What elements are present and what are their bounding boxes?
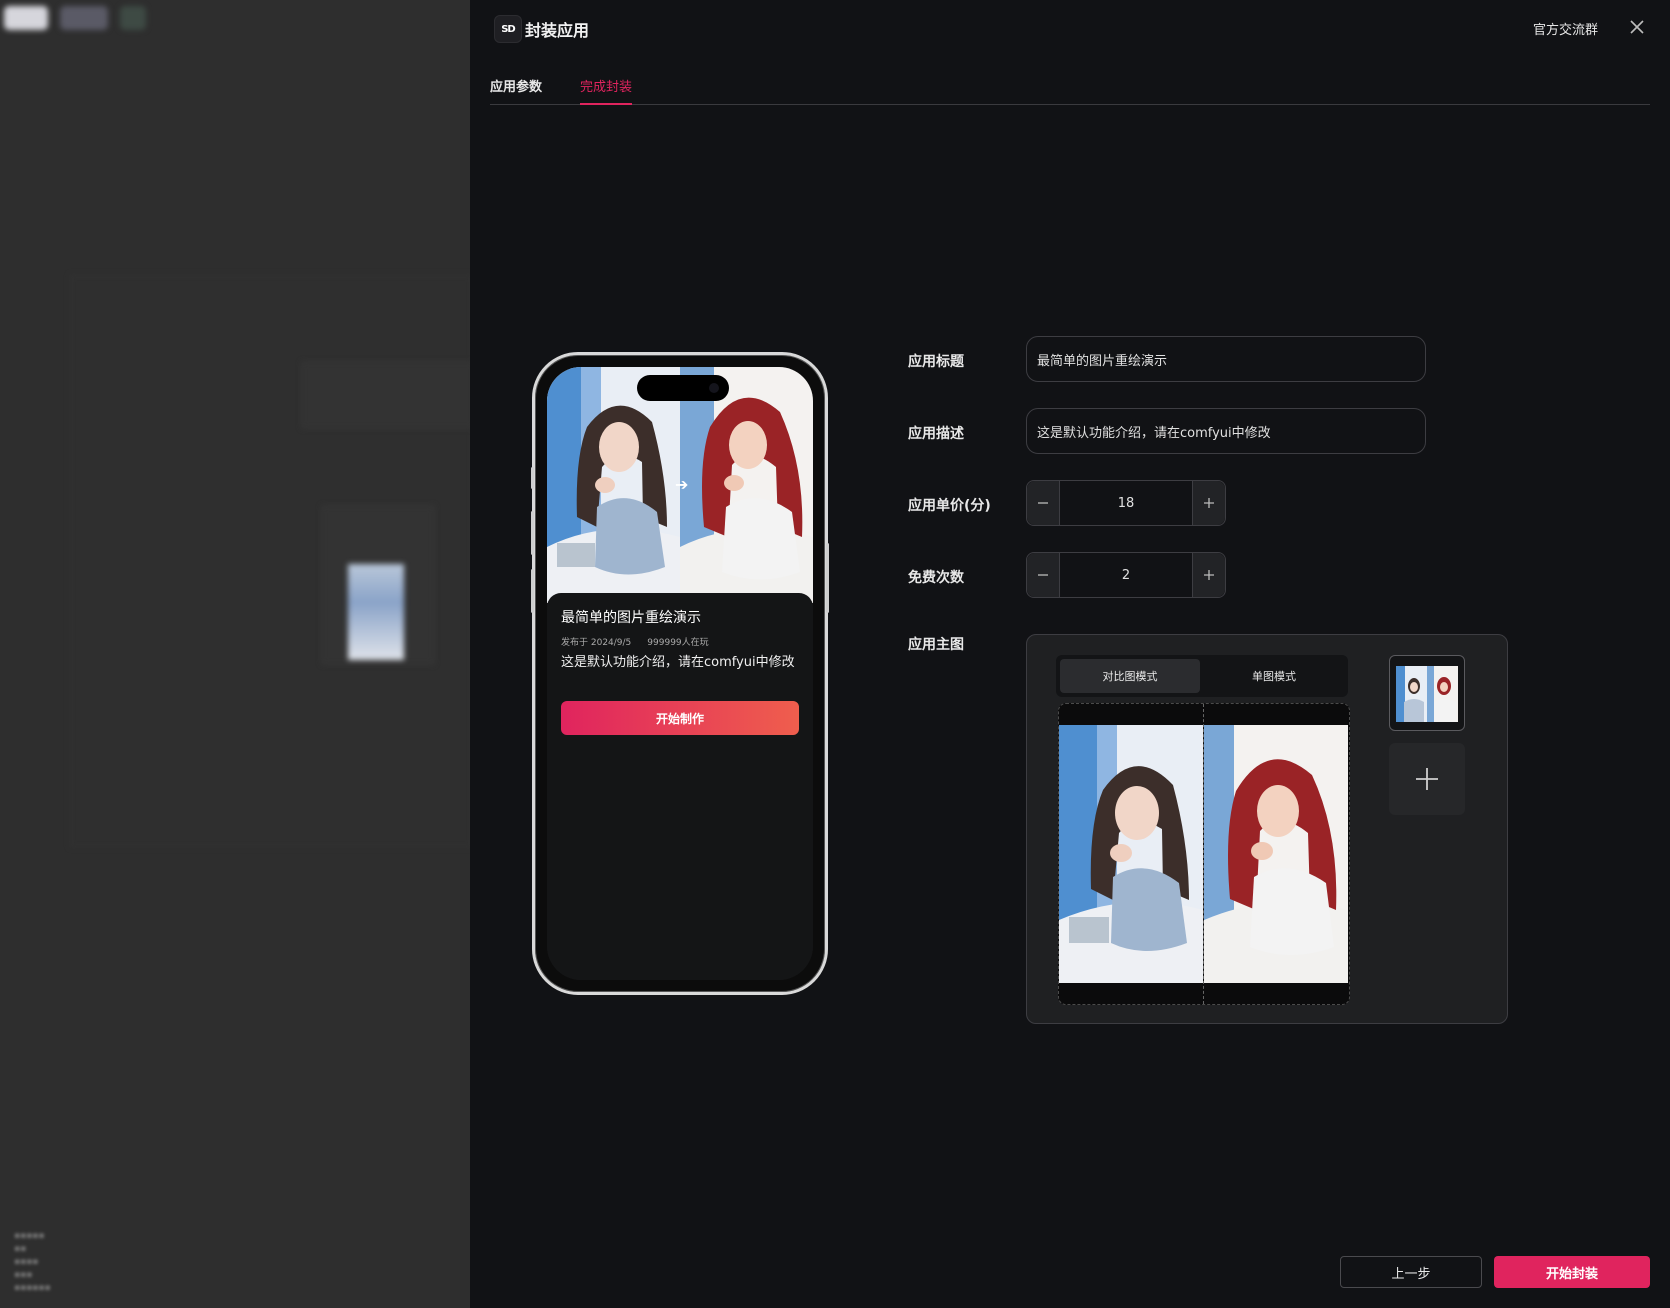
package-app-drawer: SD 封装应用 官方交流群 应用参数 完成封装 ➔ 最简单的图片重绘演示 发布于… xyxy=(470,0,1670,1308)
bg-toolbar-chip xyxy=(60,6,108,30)
bg-stats: ▪▪▪▪▪ ▪▪ ▪▪▪▪ ▪▪▪ ▪▪▪▪▪▪ xyxy=(14,1231,51,1293)
preview-players: 999999人在玩 xyxy=(647,638,709,648)
app-price-label: 应用单价(分) xyxy=(908,498,991,514)
background-canvas: ▪▪▪▪▪ ▪▪ ▪▪▪▪ ▪▪▪ ▪▪▪▪▪▪ xyxy=(0,0,470,1308)
bg-toolbar-chip xyxy=(4,6,48,30)
plus-icon xyxy=(1416,768,1438,790)
drawer-header: SD 封装应用 官方交流群 xyxy=(470,0,1670,56)
price-value[interactable]: 18 xyxy=(1060,481,1192,525)
app-desc-input[interactable] xyxy=(1026,408,1426,454)
free-count-stepper: 2 xyxy=(1026,552,1226,598)
drawer-title: 封装应用 xyxy=(525,21,590,40)
phone-side-button xyxy=(826,543,829,613)
app-title-label: 应用标题 xyxy=(908,354,964,370)
tab-finish-package[interactable]: 完成封装 xyxy=(580,76,633,105)
start-making-button[interactable]: 开始制作 xyxy=(561,701,799,735)
community-link[interactable]: 官方交流群 xyxy=(1533,19,1598,38)
compare-image-preview[interactable] xyxy=(1058,703,1350,1005)
compare-before-image xyxy=(1059,725,1203,983)
app-desc-label: 应用描述 xyxy=(908,426,964,442)
compare-after-image xyxy=(1204,725,1348,983)
logo-text: SD xyxy=(501,23,515,35)
arrow-right-icon: ➔ xyxy=(675,475,689,494)
image-mode-switch: 对比图模式 单图模式 xyxy=(1056,655,1348,697)
previous-step-button[interactable]: 上一步 xyxy=(1340,1256,1482,1288)
preview-meta: 发布于 2024/9/5 999999人在玩 xyxy=(561,635,709,648)
thumbnail-image xyxy=(1396,666,1458,722)
app-logo: SD xyxy=(494,15,522,43)
price-increment-button[interactable] xyxy=(1192,481,1225,525)
phone-preview: ➔ 最简单的图片重绘演示 发布于 2024/9/5 999999人在玩 这是默认功… xyxy=(531,352,829,995)
camera-dot xyxy=(709,383,719,393)
phone-side-button xyxy=(531,511,534,555)
before-image xyxy=(547,367,680,603)
preview-published: 发布于 2024/9/5 xyxy=(561,638,632,648)
compare-divider[interactable] xyxy=(1203,704,1204,1004)
dynamic-island xyxy=(637,375,729,401)
free-decrement-button[interactable] xyxy=(1027,553,1060,597)
price-stepper: 18 xyxy=(1026,480,1226,526)
tab-app-params[interactable]: 应用参数 xyxy=(490,76,542,103)
preview-description: 这是默认功能介绍，请在comfyui中修改 xyxy=(561,655,795,670)
main-image-panel: 对比图模式 单图模式 xyxy=(1026,634,1508,1024)
free-count-label: 免费次数 xyxy=(908,570,964,586)
start-package-button[interactable]: 开始封装 xyxy=(1494,1256,1650,1288)
close-icon[interactable] xyxy=(1626,16,1648,38)
main-image-label: 应用主图 xyxy=(908,637,964,653)
bg-node xyxy=(302,362,470,428)
phone-side-button xyxy=(531,467,534,489)
image-thumbnail[interactable] xyxy=(1389,655,1465,731)
drawer-tabs: 应用参数 完成封装 xyxy=(490,72,1650,105)
preview-title: 最简单的图片重绘演示 xyxy=(561,610,701,626)
app-title-input[interactable] xyxy=(1026,336,1426,382)
price-decrement-button[interactable] xyxy=(1027,481,1060,525)
mode-single[interactable]: 单图模式 xyxy=(1204,659,1344,693)
phone-screen: ➔ 最简单的图片重绘演示 发布于 2024/9/5 999999人在玩 这是默认功… xyxy=(547,367,813,980)
bg-toolbar-chip xyxy=(120,6,146,30)
free-count-value[interactable]: 2 xyxy=(1060,553,1192,597)
bg-node-image xyxy=(348,564,404,660)
preview-info-card: 最简单的图片重绘演示 发布于 2024/9/5 999999人在玩 这是默认功能介… xyxy=(547,593,813,980)
mode-compare[interactable]: 对比图模式 xyxy=(1060,659,1200,693)
free-increment-button[interactable] xyxy=(1192,553,1225,597)
after-image xyxy=(680,367,813,603)
add-image-button[interactable] xyxy=(1389,743,1465,815)
phone-side-button xyxy=(531,569,534,613)
